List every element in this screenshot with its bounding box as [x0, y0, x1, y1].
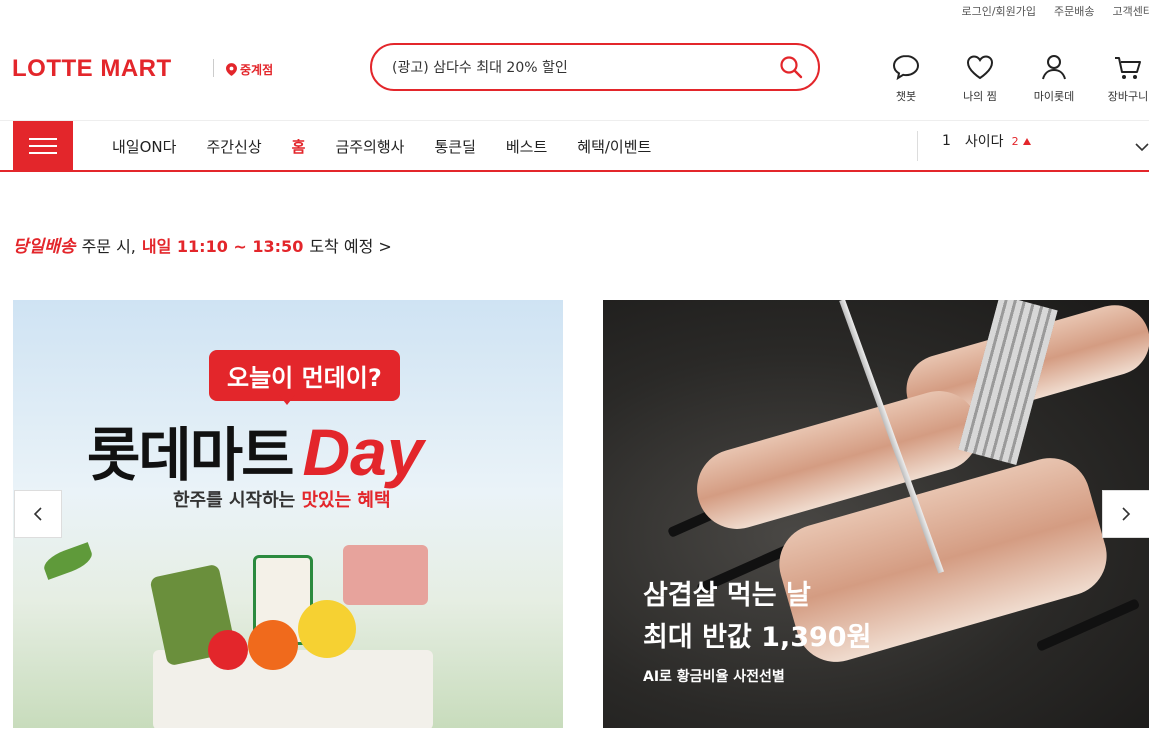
- nav-tab-benefits[interactable]: 혜택/이벤트: [577, 136, 651, 157]
- banner-headline-ko: 롯데마트: [87, 421, 294, 489]
- customer-center-link[interactable]: 고객센터: [1113, 3, 1149, 19]
- mylotte-button[interactable]: 마이롯데: [1022, 52, 1086, 104]
- ranking-change: 2: [1012, 135, 1031, 148]
- banner-subtitle-highlight: 맛있는 혜택: [301, 490, 391, 511]
- cart-button[interactable]: 장바구니: [1096, 52, 1149, 104]
- chevron-right-icon: [1122, 507, 1131, 521]
- banner-lottemart-day[interactable]: 오늘이 먼데이? 롯데마트 Day 한주를 시작하는 맛있는 혜택: [13, 300, 563, 728]
- nav-tab-best[interactable]: 베스트: [506, 136, 547, 157]
- hamburger-line-icon: [29, 138, 57, 140]
- user-icon: [1042, 55, 1066, 80]
- l-point-coin-image: [298, 600, 356, 658]
- banner-subtitle-prefix: 한주를 시작하는: [173, 490, 296, 511]
- mylotte-label: 마이롯데: [1033, 90, 1075, 103]
- main-nav: 내일ON다 주간신상 홈 금주의행사 통큰딜 베스트 혜택/이벤트 1 사이다 …: [0, 120, 1149, 172]
- hamburger-line-icon: [29, 152, 57, 154]
- store-selector[interactable]: 중계점: [226, 61, 273, 78]
- grocery-bag-image: [153, 650, 433, 728]
- grill-line: [1035, 598, 1141, 652]
- tomato-image: [248, 620, 298, 670]
- leaf-image: [40, 542, 96, 580]
- hamburger-line-icon: [29, 145, 57, 147]
- banner-title: 삼겹살 먹는 날 최대 반값 1,390원: [643, 575, 871, 659]
- chatbot-label: 챗봇: [895, 90, 917, 103]
- hamburger-menu-button[interactable]: [13, 121, 73, 171]
- search-icon[interactable]: [778, 54, 804, 80]
- banner-headline: 롯데마트 Day: [87, 408, 424, 492]
- nav-tab-weekly-new[interactable]: 주간신상: [206, 136, 261, 157]
- banner-title-line2: 최대 반값 1,390원: [643, 622, 872, 653]
- logo-divider: [213, 59, 214, 77]
- heart-icon: [966, 55, 994, 80]
- header: LOTTE MART 중계점 챗봇 나의 찜 마이롯데 장바구니: [0, 22, 1149, 120]
- chevron-down-icon: [1135, 143, 1149, 152]
- banner-headline-en: Day: [302, 415, 424, 489]
- delivery-text-2: 도착 예정 >: [309, 236, 392, 256]
- carousel-prev-button[interactable]: [14, 490, 62, 538]
- order-delivery-link[interactable]: 주문배송: [1054, 3, 1094, 19]
- cart-icon: [1115, 57, 1141, 79]
- chevron-left-icon: [33, 507, 42, 521]
- ranking-expand-button[interactable]: [1135, 137, 1149, 156]
- banner-bubble: 오늘이 먼데이?: [209, 350, 400, 405]
- top-utility-bar: 로그인/회원가입 주문배송 고객센터: [0, 0, 1149, 22]
- banner-title-line1: 삼겹살 먹는 날: [643, 580, 811, 611]
- ranking-change-value: 2: [1011, 134, 1019, 148]
- banner-subtitle: 한주를 시작하는 맛있는 혜택: [173, 486, 391, 512]
- banner-description: AI로 황금비율 사전선별: [643, 669, 785, 685]
- tomato-image: [208, 630, 248, 670]
- store-name: 중계점: [240, 63, 274, 77]
- wishlist-button[interactable]: 나의 찜: [948, 52, 1012, 104]
- wishlist-label: 나의 찜: [963, 90, 997, 103]
- lotte-mart-logo[interactable]: LOTTE MART: [12, 55, 172, 83]
- nav-tabs: 내일ON다 주간신상 홈 금주의행사 통큰딜 베스트 혜택/이벤트: [112, 136, 681, 157]
- delivery-text-1: 주문 시,: [81, 236, 136, 256]
- same-day-badge: 당일배송: [13, 237, 76, 257]
- chatbot-button[interactable]: 챗봇: [874, 52, 938, 104]
- delivery-time: 내일 11:10 ~ 13:50: [141, 236, 304, 256]
- meat-pack-image: [343, 545, 428, 605]
- nav-tab-big-deal[interactable]: 통큰딜: [434, 136, 475, 157]
- ranking-keyword: 사이다: [964, 134, 1004, 150]
- nav-tab-weekly-event[interactable]: 금주의행사: [335, 136, 404, 157]
- nav-tab-home[interactable]: 홈: [292, 136, 306, 157]
- popular-search-ranking[interactable]: 1 사이다 2: [942, 131, 1031, 151]
- ranking-divider: [917, 131, 918, 161]
- triangle-up-icon: [1022, 137, 1031, 145]
- nav-tab-tomorrow-on[interactable]: 내일ON다: [112, 136, 176, 157]
- location-pin-icon: [226, 63, 237, 76]
- top-links: 로그인/회원가입 주문배송 고객센터: [961, 3, 1149, 19]
- ranking-number: 1: [942, 133, 951, 149]
- delivery-info[interactable]: 당일배송 주문 시, 내일 11:10 ~ 13:50 도착 예정 >: [13, 232, 392, 258]
- banner-pork-belly[interactable]: 삼겹살 먹는 날 최대 반값 1,390원 AI로 황금비율 사전선별: [603, 300, 1149, 728]
- chat-icon: [892, 54, 920, 81]
- search-input[interactable]: [392, 59, 778, 75]
- cart-label: 장바구니: [1107, 90, 1149, 103]
- carousel-next-button[interactable]: [1102, 490, 1149, 538]
- login-link[interactable]: 로그인/회원가입: [961, 3, 1036, 19]
- search-bar[interactable]: [370, 43, 820, 91]
